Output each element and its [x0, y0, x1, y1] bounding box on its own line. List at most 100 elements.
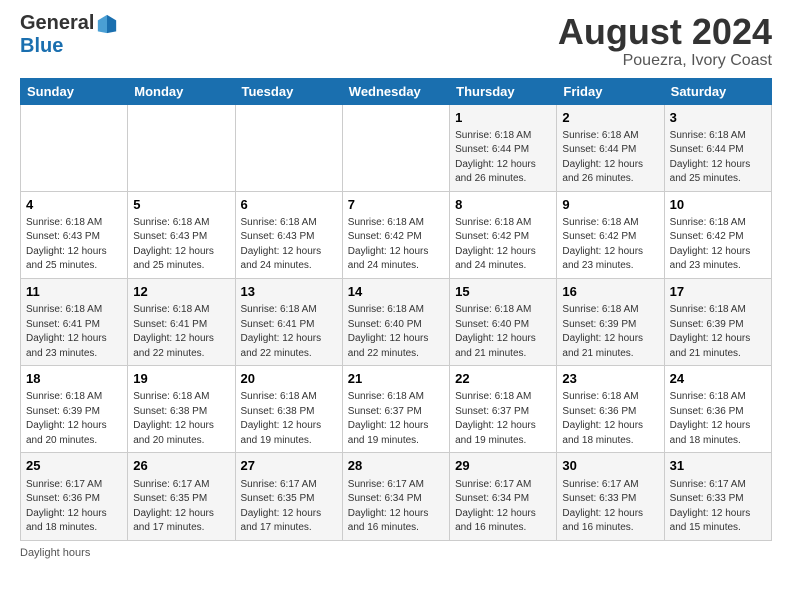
- day-number: 3: [670, 109, 766, 127]
- day-number: 19: [133, 370, 229, 388]
- calendar-week-row: 1 Sunrise: 6:18 AM Sunset: 6:44 PM Daylig…: [21, 104, 772, 191]
- day-info: Sunrise: 6:18 AM Sunset: 6:42 PM Dayligh…: [562, 216, 658, 274]
- calendar-day-cell: 3 Sunrise: 6:18 AM Sunset: 6:44 PM Daylig…: [664, 104, 771, 191]
- day-info: Sunrise: 6:18 AM Sunset: 6:42 PM Dayligh…: [348, 216, 444, 274]
- sub-title: Pouezra, Ivory Coast: [558, 52, 772, 70]
- day-info: Sunrise: 6:17 AM Sunset: 6:35 PM Dayligh…: [241, 478, 337, 536]
- day-info: Sunrise: 6:18 AM Sunset: 6:36 PM Dayligh…: [670, 390, 766, 448]
- day-number: 5: [133, 196, 229, 214]
- calendar-day-cell: 26 Sunrise: 6:17 AM Sunset: 6:35 PM Dayli…: [128, 453, 235, 540]
- day-info: Sunrise: 6:18 AM Sunset: 6:37 PM Dayligh…: [455, 390, 551, 448]
- day-info: Sunrise: 6:18 AM Sunset: 6:41 PM Dayligh…: [241, 303, 337, 361]
- day-info: Sunrise: 6:17 AM Sunset: 6:34 PM Dayligh…: [455, 478, 551, 536]
- day-number: 17: [670, 283, 766, 301]
- calendar-day-cell: [235, 104, 342, 191]
- day-info: Sunrise: 6:17 AM Sunset: 6:35 PM Dayligh…: [133, 478, 229, 536]
- calendar-header-day: Sunday: [21, 78, 128, 104]
- day-number: 28: [348, 457, 444, 475]
- day-info: Sunrise: 6:18 AM Sunset: 6:38 PM Dayligh…: [241, 390, 337, 448]
- calendar-day-cell: 1 Sunrise: 6:18 AM Sunset: 6:44 PM Daylig…: [450, 104, 557, 191]
- calendar-day-cell: 21Sunrise: 6:18 AM Sunset: 6:37 PM Dayli…: [342, 366, 449, 453]
- calendar-table: SundayMondayTuesdayWednesdayThursdayFrid…: [20, 78, 772, 541]
- footer: Daylight hours: [0, 541, 792, 565]
- day-number: 25: [26, 457, 122, 475]
- calendar-day-cell: 7 Sunrise: 6:18 AM Sunset: 6:42 PM Daylig…: [342, 191, 449, 278]
- day-number: 18: [26, 370, 122, 388]
- calendar-day-cell: 4Sunrise: 6:18 AM Sunset: 6:43 PM Daylig…: [21, 191, 128, 278]
- day-info: Sunrise: 6:18 AM Sunset: 6:44 PM Dayligh…: [670, 129, 766, 187]
- calendar-day-cell: 6Sunrise: 6:18 AM Sunset: 6:43 PM Daylig…: [235, 191, 342, 278]
- day-info: Sunrise: 6:17 AM Sunset: 6:34 PM Dayligh…: [348, 478, 444, 536]
- day-number: 11: [26, 283, 122, 301]
- day-number: 16: [562, 283, 658, 301]
- calendar-day-cell: 25 Sunrise: 6:17 AM Sunset: 6:36 PM Dayli…: [21, 453, 128, 540]
- calendar-day-cell: 5 Sunrise: 6:18 AM Sunset: 6:43 PM Daylig…: [128, 191, 235, 278]
- day-number: 26: [133, 457, 229, 475]
- day-number: 7: [348, 196, 444, 214]
- day-info: Sunrise: 6:18 AM Sunset: 6:44 PM Dayligh…: [562, 129, 658, 187]
- calendar-day-cell: 19 Sunrise: 6:18 AM Sunset: 6:38 PM Dayli…: [128, 366, 235, 453]
- day-info: Sunrise: 6:18 AM Sunset: 6:43 PM Dayligh…: [133, 216, 229, 274]
- calendar-day-cell: [21, 104, 128, 191]
- calendar-day-cell: 12 Sunrise: 6:18 AM Sunset: 6:41 PM Dayli…: [128, 278, 235, 365]
- calendar-day-cell: 27Sunrise: 6:17 AM Sunset: 6:35 PM Dayli…: [235, 453, 342, 540]
- day-number: 13: [241, 283, 337, 301]
- calendar-day-cell: 9 Sunrise: 6:18 AM Sunset: 6:42 PM Daylig…: [557, 191, 664, 278]
- calendar-header-day: Thursday: [450, 78, 557, 104]
- calendar-day-cell: 22 Sunrise: 6:18 AM Sunset: 6:37 PM Dayli…: [450, 366, 557, 453]
- day-number: 31: [670, 457, 766, 475]
- calendar-header-day: Monday: [128, 78, 235, 104]
- day-number: 29: [455, 457, 551, 475]
- footer-text: Daylight hours: [20, 547, 90, 559]
- day-info: Sunrise: 6:18 AM Sunset: 6:40 PM Dayligh…: [348, 303, 444, 361]
- day-info: Sunrise: 6:18 AM Sunset: 6:42 PM Dayligh…: [670, 216, 766, 274]
- logo: General Blue: [20, 12, 118, 58]
- day-number: 12: [133, 283, 229, 301]
- day-info: Sunrise: 6:17 AM Sunset: 6:33 PM Dayligh…: [670, 478, 766, 536]
- calendar-day-cell: 29 Sunrise: 6:17 AM Sunset: 6:34 PM Dayli…: [450, 453, 557, 540]
- logo-general-text: General: [20, 12, 94, 35]
- calendar-day-cell: 31 Sunrise: 6:17 AM Sunset: 6:33 PM Dayli…: [664, 453, 771, 540]
- day-info: Sunrise: 6:18 AM Sunset: 6:39 PM Dayligh…: [26, 390, 122, 448]
- day-info: Sunrise: 6:17 AM Sunset: 6:33 PM Dayligh…: [562, 478, 658, 536]
- day-number: 9: [562, 196, 658, 214]
- calendar-day-cell: 15Sunrise: 6:18 AM Sunset: 6:40 PM Dayli…: [450, 278, 557, 365]
- calendar-day-cell: 23Sunrise: 6:18 AM Sunset: 6:36 PM Dayli…: [557, 366, 664, 453]
- calendar-header-day: Saturday: [664, 78, 771, 104]
- calendar-day-cell: 8Sunrise: 6:18 AM Sunset: 6:42 PM Daylig…: [450, 191, 557, 278]
- calendar-header-day: Wednesday: [342, 78, 449, 104]
- calendar-day-cell: 11Sunrise: 6:18 AM Sunset: 6:41 PM Dayli…: [21, 278, 128, 365]
- day-number: 24: [670, 370, 766, 388]
- day-number: 1: [455, 109, 551, 127]
- calendar-day-cell: 10Sunrise: 6:18 AM Sunset: 6:42 PM Dayli…: [664, 191, 771, 278]
- calendar-header-day: Friday: [557, 78, 664, 104]
- calendar-week-row: 11 Sunrise: 6:18 AM Sunset: 6:41 PM Dayli…: [21, 278, 772, 365]
- day-number: 14: [348, 283, 444, 301]
- day-number: 22: [455, 370, 551, 388]
- day-info: Sunrise: 6:18 AM Sunset: 6:39 PM Dayligh…: [670, 303, 766, 361]
- day-info: Sunrise: 6:18 AM Sunset: 6:38 PM Dayligh…: [133, 390, 229, 448]
- day-number: 2: [562, 109, 658, 127]
- day-info: Sunrise: 6:18 AM Sunset: 6:41 PM Dayligh…: [133, 303, 229, 361]
- calendar-day-cell: 14 Sunrise: 6:18 AM Sunset: 6:40 PM Dayli…: [342, 278, 449, 365]
- calendar-day-cell: 13 Sunrise: 6:18 AM Sunset: 6:41 PM Dayli…: [235, 278, 342, 365]
- calendar-week-row: 25 Sunrise: 6:17 AM Sunset: 6:36 PM Dayli…: [21, 453, 772, 540]
- day-info: Sunrise: 6:18 AM Sunset: 6:43 PM Dayligh…: [26, 216, 122, 274]
- day-info: Sunrise: 6:17 AM Sunset: 6:36 PM Dayligh…: [26, 478, 122, 536]
- day-info: Sunrise: 6:18 AM Sunset: 6:39 PM Dayligh…: [562, 303, 658, 361]
- page-container: General Blue August 2024 Pouezra, Ivory …: [0, 0, 792, 565]
- calendar-day-cell: [128, 104, 235, 191]
- day-info: Sunrise: 6:18 AM Sunset: 6:42 PM Dayligh…: [455, 216, 551, 274]
- calendar-day-cell: 30Sunrise: 6:17 AM Sunset: 6:33 PM Dayli…: [557, 453, 664, 540]
- day-number: 6: [241, 196, 337, 214]
- calendar-day-cell: [342, 104, 449, 191]
- main-title: August 2024: [558, 12, 772, 52]
- day-info: Sunrise: 6:18 AM Sunset: 6:40 PM Dayligh…: [455, 303, 551, 361]
- calendar-day-cell: 24 Sunrise: 6:18 AM Sunset: 6:36 PM Dayli…: [664, 366, 771, 453]
- calendar-day-cell: 16 Sunrise: 6:18 AM Sunset: 6:39 PM Dayli…: [557, 278, 664, 365]
- title-block: August 2024 Pouezra, Ivory Coast: [558, 12, 772, 70]
- calendar-week-row: 4Sunrise: 6:18 AM Sunset: 6:43 PM Daylig…: [21, 191, 772, 278]
- calendar-day-cell: 28 Sunrise: 6:17 AM Sunset: 6:34 PM Dayli…: [342, 453, 449, 540]
- day-info: Sunrise: 6:18 AM Sunset: 6:44 PM Dayligh…: [455, 129, 551, 187]
- calendar-day-cell: 2 Sunrise: 6:18 AM Sunset: 6:44 PM Daylig…: [557, 104, 664, 191]
